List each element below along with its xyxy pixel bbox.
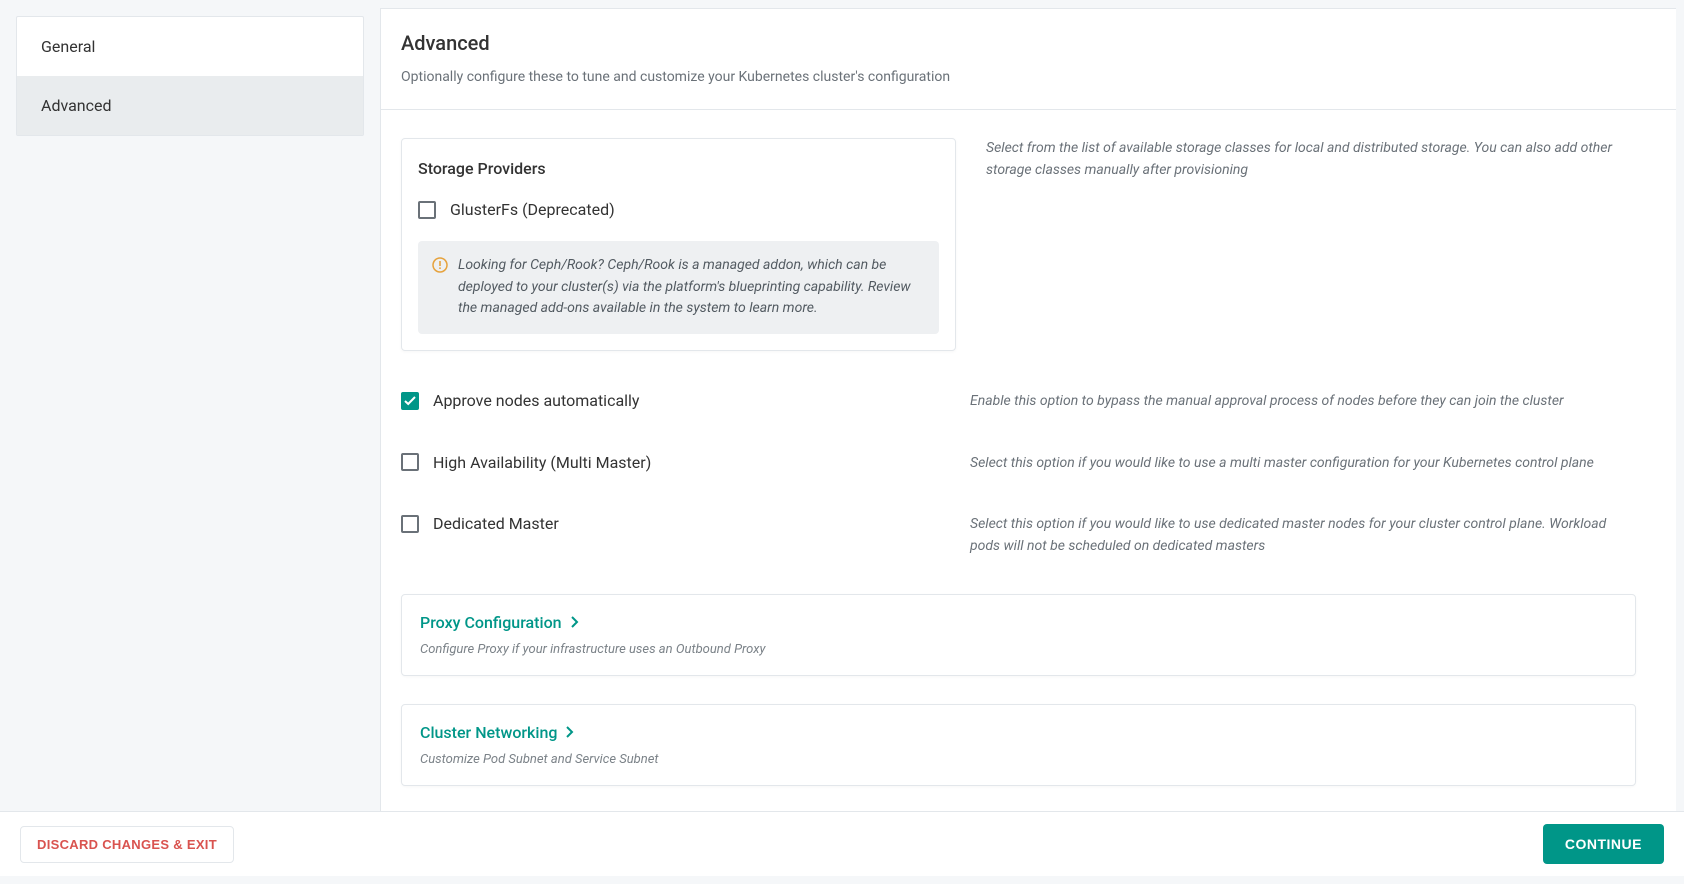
setting-desc: Select this option if you would like to … [970, 514, 1656, 557]
setting-desc: Select this option if you would like to … [970, 453, 1656, 475]
checkbox[interactable] [401, 453, 419, 471]
storage-title: Storage Providers [418, 159, 939, 178]
discard-button[interactable]: DISCARD CHANGES & EXIT [20, 826, 234, 863]
info-icon [432, 257, 448, 273]
setting-label: Approve nodes automatically [433, 391, 640, 410]
sidebar-card: General Advanced [16, 16, 364, 136]
checkbox[interactable] [401, 392, 419, 410]
footer-bar: DISCARD CHANGES & EXIT CONTINUE [0, 811, 1684, 876]
chevron-right-icon [565, 726, 575, 738]
info-banner: Looking for Ceph/Rook? Ceph/Rook is a ma… [418, 241, 939, 334]
panel-proxy-configuration[interactable]: Proxy Configuration Configure Proxy if y… [401, 594, 1636, 676]
panel-desc: Customize Pod Subnet and Service Subnet [420, 752, 1617, 767]
setting-label: High Availability (Multi Master) [433, 453, 651, 472]
setting-high-availability: High Availability (Multi Master) Select … [381, 453, 1676, 475]
panel-cluster-networking[interactable]: Cluster Networking Customize Pod Subnet … [401, 704, 1636, 786]
checkbox[interactable] [401, 515, 419, 533]
expand-header[interactable]: Cluster Networking [420, 723, 1617, 742]
setting-dedicated-master: Dedicated Master Select this option if y… [381, 514, 1676, 557]
sidebar-item-label: General [41, 37, 95, 56]
sidebar-item-general[interactable]: General [17, 17, 363, 76]
storage-desc: Select from the list of available storag… [956, 110, 1676, 181]
page-title: Advanced [401, 31, 1656, 55]
main-header: Advanced Optionally configure these to t… [381, 9, 1676, 110]
setting-approve-nodes: Approve nodes automatically Enable this … [381, 391, 1676, 413]
storage-providers-card: Storage Providers GlusterFs (Deprecated)… [401, 138, 956, 351]
checkbox-label: GlusterFs (Deprecated) [450, 200, 615, 219]
sidebar: General Advanced [0, 0, 380, 814]
panel-title: Proxy Configuration [420, 613, 562, 632]
main-panel: Advanced Optionally configure these to t… [380, 8, 1676, 814]
panel-title: Cluster Networking [420, 723, 557, 742]
panel-desc: Configure Proxy if your infrastructure u… [420, 642, 1617, 657]
page-subtitle: Optionally configure these to tune and c… [401, 69, 1656, 85]
setting-label: Dedicated Master [433, 514, 559, 533]
chevron-right-icon [570, 616, 580, 628]
sidebar-item-advanced[interactable]: Advanced [17, 76, 363, 135]
setting-desc: Enable this option to bypass the manual … [970, 391, 1656, 413]
expand-header[interactable]: Proxy Configuration [420, 613, 1617, 632]
sidebar-item-label: Advanced [41, 96, 112, 115]
storage-option-glusterfs[interactable]: GlusterFs (Deprecated) [418, 200, 939, 219]
info-text: Looking for Ceph/Rook? Ceph/Rook is a ma… [458, 255, 925, 320]
checkbox[interactable] [418, 201, 436, 219]
continue-button[interactable]: CONTINUE [1543, 824, 1664, 864]
